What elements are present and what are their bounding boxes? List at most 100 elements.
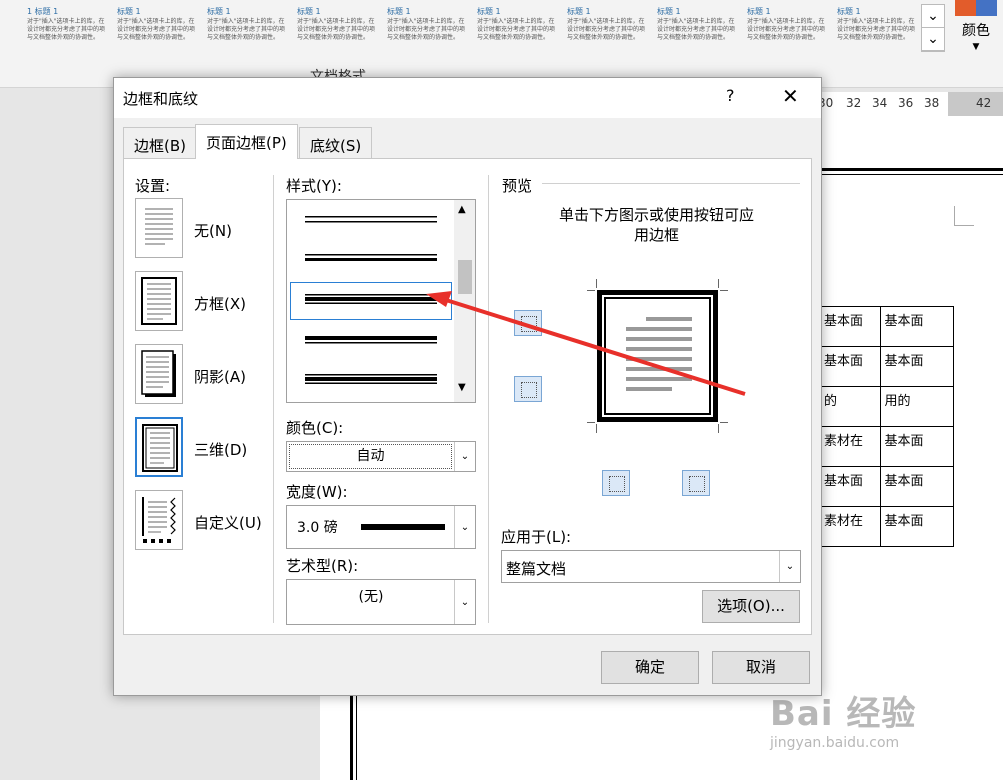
table-cell[interactable]: 基本面 bbox=[879, 506, 954, 547]
table-cell[interactable]: 基本面 bbox=[879, 466, 954, 507]
preview-text-line bbox=[626, 377, 692, 381]
cancel-button[interactable]: 取消 bbox=[712, 651, 810, 684]
preview-text-line bbox=[626, 347, 692, 351]
settings-label: 设置: bbox=[135, 177, 171, 195]
apply-to-dropdown[interactable]: 整篇文档 ⌄ bbox=[501, 550, 801, 583]
style-heading: 标题 1 bbox=[747, 7, 771, 16]
table-cell[interactable]: 基本面 bbox=[820, 306, 881, 347]
style-gallery-item[interactable]: 标题 1 对于"插入"选项卡上的库，在设计时都充分考虑了其中的项与文档整体外观的协… bbox=[834, 0, 920, 52]
corner-tick bbox=[718, 424, 719, 433]
table-cell[interactable]: 素材在 bbox=[820, 426, 881, 467]
page-border-thin bbox=[820, 174, 1003, 175]
bottom-border-button[interactable] bbox=[514, 376, 542, 402]
table-cell[interactable]: 基本面 bbox=[820, 346, 881, 387]
top-border-button[interactable] bbox=[514, 310, 542, 336]
table-cell[interactable]: 基本面 bbox=[820, 466, 881, 507]
corner-tick bbox=[720, 422, 728, 423]
style-gallery-item[interactable]: 标题 1 对于"插入"选项卡上的库，在设计时都充分考虑了其中的项与文档整体外观的协… bbox=[654, 0, 740, 52]
preview-text-line bbox=[626, 387, 672, 391]
help-button[interactable]: ? bbox=[726, 86, 735, 105]
setting-custom-preview[interactable] bbox=[135, 490, 183, 550]
selected-style-highlight bbox=[290, 282, 452, 320]
chevron-down-icon[interactable]: ⌄ bbox=[454, 442, 475, 471]
document-page-lower[interactable] bbox=[320, 690, 820, 780]
theme-colors-label[interactable]: 颜色 bbox=[955, 20, 997, 40]
document-page[interactable]: 基本面 基本面 基本面 基本面 的用的 素材在 基本面 基本面 基本面 素材在 基本面 bbox=[820, 116, 1003, 780]
ruler-tick: 36 bbox=[898, 96, 914, 110]
setting-custom-label[interactable]: 自定义(U) bbox=[194, 512, 262, 533]
style-heading: 标题 1 bbox=[297, 7, 321, 16]
dialog-titlebar[interactable]: 边框和底纹 ? ✕ bbox=[114, 78, 821, 118]
chevron-down-icon[interactable]: ⌄ bbox=[454, 506, 475, 548]
style-thick-thin[interactable] bbox=[305, 335, 437, 345]
style-gallery-item[interactable]: 标题 1 对于"插入"选项卡上的库，在设计时都充分考虑了其中的项与文档整体外观的协… bbox=[474, 0, 560, 52]
style-gallery-item[interactable]: 标题 1 对于"插入"选项卡上的库，在设计时都充分考虑了其中的项与文档整体外观的协… bbox=[114, 0, 200, 52]
setting-box-preview[interactable] bbox=[135, 271, 183, 331]
dropdown-arrow-icon[interactable]: ▼ bbox=[955, 42, 997, 52]
ribbon: 1 标题 1 对于"插入"选项卡上的库，在设计时都充分考虑了其中的项与文档整体外观… bbox=[0, 0, 1003, 88]
page-custom-icon bbox=[142, 497, 176, 543]
expand-gallery-icon[interactable]: ⌄ bbox=[922, 28, 944, 51]
table-cell[interactable]: 基本面 bbox=[879, 426, 954, 467]
style-list-scrollbar[interactable]: ▲ ▼ bbox=[454, 200, 475, 402]
style-gallery-item[interactable]: 标题 1 对于"插入"选项卡上的库，在设计时都充分考虑了其中的项与文档整体外观的协… bbox=[294, 0, 380, 52]
width-dropdown[interactable]: 3.0 磅 ⌄ bbox=[286, 505, 476, 549]
style-gallery-item[interactable]: 标题 1 对于"插入"选项卡上的库，在设计时都充分考虑了其中的项与文档整体外观的协… bbox=[384, 0, 470, 52]
style-gallery-item[interactable]: 标题 1 对于"插入"选项卡上的库，在设计时都充分考虑了其中的项与文档整体外观的协… bbox=[564, 0, 650, 52]
border-style-list[interactable]: ▲ ▼ bbox=[286, 199, 476, 403]
scroll-down-icon[interactable]: ▼ bbox=[458, 382, 466, 393]
art-label: 艺术型(R): bbox=[286, 557, 359, 575]
right-border-button[interactable] bbox=[682, 470, 710, 496]
horizontal-ruler[interactable]: 30 32 34 36 38 42 bbox=[818, 92, 1003, 116]
style-body: 对于"插入"选项卡上的库，在设计时都充分考虑了其中的项与文档整体外观的协调性。 bbox=[477, 18, 556, 41]
setting-shadow-label[interactable]: 阴影(A) bbox=[194, 366, 246, 387]
page-border-thin bbox=[356, 690, 357, 780]
theme-colors-icon[interactable] bbox=[955, 0, 997, 16]
tab-borders[interactable]: 边框(B) bbox=[123, 127, 197, 158]
scroll-thumb[interactable] bbox=[458, 260, 472, 294]
color-dropdown[interactable]: 自动 ⌄ bbox=[286, 441, 476, 472]
table-cell[interactable]: 基本面 bbox=[879, 306, 954, 347]
style-gallery-item[interactable]: 标题 1 对于"插入"选项卡上的库，在设计时都充分考虑了其中的项与文档整体外观的协… bbox=[744, 0, 830, 52]
art-dropdown[interactable]: (无) ⌄ bbox=[286, 579, 476, 625]
chevron-down-icon[interactable]: ⌄ bbox=[922, 5, 944, 28]
width-value: 3.0 磅 bbox=[297, 520, 338, 536]
style-body: 对于"插入"选项卡上的库，在设计时都充分考虑了其中的项与文档整体外观的协调性。 bbox=[657, 18, 736, 41]
table-row: 基本面 基本面 bbox=[820, 306, 954, 347]
document-table[interactable]: 基本面 基本面 基本面 基本面 的用的 素材在 基本面 基本面 基本面 素材在 基本面 bbox=[820, 306, 954, 547]
art-value: (无) bbox=[358, 589, 384, 605]
gallery-scroll[interactable]: ⌄ ⌄ bbox=[921, 4, 945, 52]
style-body: 对于"插入"选项卡上的库，在设计时都充分考虑了其中的项与文档整体外观的协调性。 bbox=[387, 18, 466, 41]
style-thin-thick-wide[interactable] bbox=[305, 373, 437, 385]
chevron-down-icon[interactable]: ⌄ bbox=[454, 580, 475, 624]
style-double-thin[interactable] bbox=[305, 214, 437, 224]
setting-box-label[interactable]: 方框(X) bbox=[194, 293, 246, 314]
table-cell[interactable]: 用的 bbox=[879, 386, 954, 427]
setting-none-label[interactable]: 无(N) bbox=[194, 220, 232, 241]
left-border-button[interactable] bbox=[602, 470, 630, 496]
scroll-up-icon[interactable]: ▲ bbox=[458, 204, 466, 215]
setting-shadow-preview[interactable] bbox=[135, 344, 183, 404]
table-cell[interactable]: 素材在 bbox=[820, 506, 881, 547]
tab-shading[interactable]: 底纹(S) bbox=[299, 127, 373, 158]
tab-page-border[interactable]: 页面边框(P) bbox=[195, 124, 298, 159]
corner-tick bbox=[587, 422, 595, 423]
setting-none-preview[interactable] bbox=[135, 198, 183, 258]
ruler-tick: 32 bbox=[846, 96, 862, 110]
setting-3d-preview[interactable] bbox=[135, 417, 183, 477]
corner-tick bbox=[718, 279, 719, 288]
chevron-down-icon[interactable]: ⌄ bbox=[779, 551, 800, 582]
preview-page[interactable] bbox=[597, 290, 718, 422]
table-cell[interactable]: 基本面 bbox=[879, 346, 954, 387]
table-cell[interactable]: 的 bbox=[820, 386, 881, 427]
table-row: 基本面 基本面 bbox=[820, 346, 954, 387]
ok-button[interactable]: 确定 bbox=[601, 651, 699, 684]
page-box-icon bbox=[141, 277, 177, 325]
style-gallery-item[interactable]: 标题 1 对于"插入"选项卡上的库，在设计时都充分考虑了其中的项与文档整体外观的协… bbox=[204, 0, 290, 52]
options-button[interactable]: 选项(O)... bbox=[702, 590, 800, 623]
color-value: 自动 bbox=[289, 444, 452, 469]
style-thin-thick[interactable] bbox=[305, 253, 437, 263]
style-gallery-item[interactable]: 1 标题 1 对于"插入"选项卡上的库，在设计时都充分考虑了其中的项与文档整体外观… bbox=[24, 0, 110, 52]
close-icon[interactable]: ✕ bbox=[782, 84, 799, 108]
setting-3d-label[interactable]: 三维(D) bbox=[194, 439, 247, 460]
